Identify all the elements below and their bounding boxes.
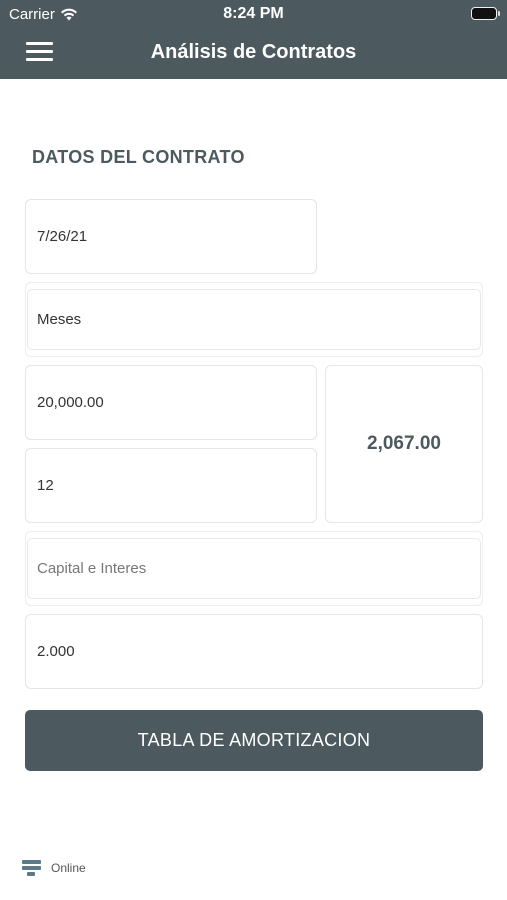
connection-status: Online [22, 860, 86, 876]
rate-field[interactable]: 2.000 [25, 614, 483, 689]
status-bar: Carrier 8:24 PM [0, 0, 507, 28]
amount-field-value: 20,000.00 [37, 394, 104, 411]
period-select-box[interactable]: Meses [27, 289, 481, 350]
page-title: Análisis de Contratos [150, 41, 357, 63]
amortization-type-value: Capital e Interes [37, 560, 147, 577]
date-field[interactable]: 7/26/21 [25, 199, 317, 274]
period-select-value: Meses [37, 311, 82, 328]
rate-field-value: 2.000 [37, 643, 75, 660]
clock: 8:24 PM [223, 5, 284, 22]
battery-icon [471, 7, 500, 20]
amortization-table-button-label: TABLA DE AMORTIZACION [137, 730, 371, 750]
server-icon [22, 860, 41, 876]
amount-field[interactable]: 20,000.00 [25, 365, 317, 440]
connection-status-label: Online [51, 861, 86, 875]
payment-result: 2,067.00 [325, 365, 483, 523]
payment-result-value: 2,067.00 [367, 433, 441, 454]
navigation-bar: Análisis de Contratos [0, 28, 507, 79]
amortization-type-box[interactable]: Capital e Interes [27, 538, 481, 599]
amortization-type-select[interactable]: Capital e Interes [25, 531, 483, 606]
term-field-value: 12 [37, 477, 54, 494]
amortization-table-button[interactable]: TABLA DE AMORTIZACION [25, 710, 483, 771]
section-title: DATOS DEL CONTRATO [32, 147, 245, 167]
date-field-value: 7/26/21 [37, 228, 88, 245]
term-field[interactable]: 12 [25, 448, 317, 523]
period-select[interactable]: Meses [25, 282, 483, 357]
